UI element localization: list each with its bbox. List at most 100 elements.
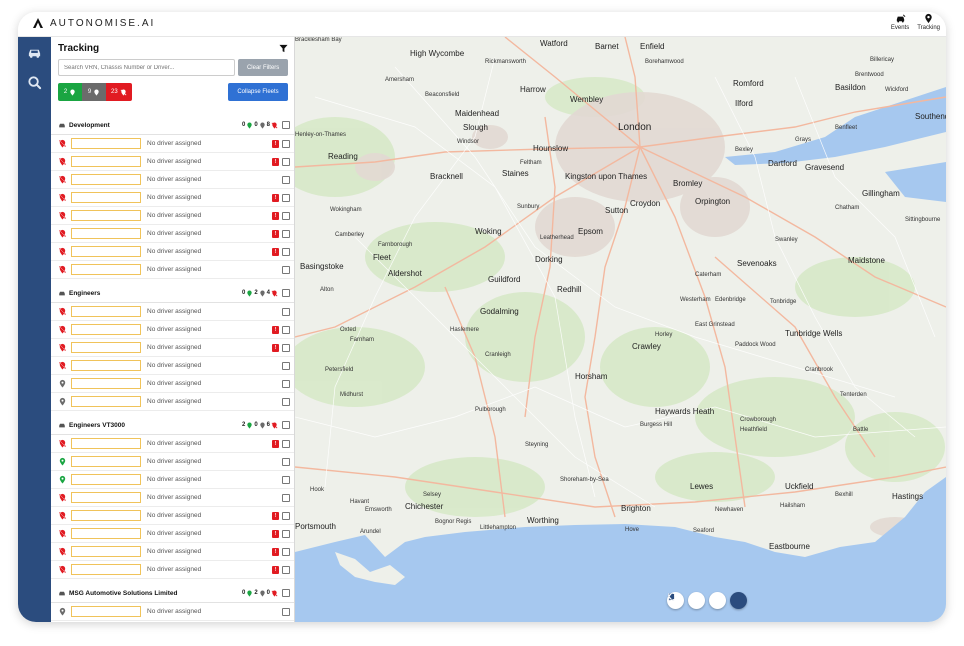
vehicle-row[interactable]: No driver assigned! (51, 189, 294, 207)
alert-icon[interactable]: ! (272, 193, 279, 202)
vehicle-row[interactable]: No driver assigned (51, 357, 294, 375)
map-expand-button[interactable] (668, 592, 747, 609)
map-place-label: Steyning (525, 442, 549, 448)
alert-icon[interactable]: ! (272, 247, 279, 256)
vehicle-select-checkbox[interactable] (282, 565, 290, 574)
driver-name: No driver assigned (147, 158, 202, 165)
offline-filter-pill[interactable]: 23 (106, 83, 132, 101)
vehicle-row[interactable]: No driver assigned (51, 171, 294, 189)
vehicle-select-checkbox[interactable] (282, 247, 290, 256)
fleet-group-name: MSG Automotive Solutions Limited (69, 589, 178, 597)
vehicle-row[interactable]: No driver assigned! (51, 435, 294, 453)
alert-icon[interactable]: ! (272, 511, 279, 520)
tracking-nav[interactable]: Tracking (917, 13, 940, 31)
map-place-label: Camberley (335, 232, 365, 238)
fleet-status-counts: 0 2 0 (241, 589, 278, 597)
vehicle-row[interactable]: No driver assigned (51, 303, 294, 321)
vehicle-row[interactable]: No driver assigned! (51, 507, 294, 525)
vehicle-row[interactable]: No driver assigned! (51, 339, 294, 357)
vehicle-row[interactable]: No driver assigned! (51, 135, 294, 153)
vehicle-row[interactable]: No driver assigned! (51, 207, 294, 225)
online-count: 2 (241, 422, 246, 428)
online-count: 0 (241, 590, 246, 596)
vehicle-row[interactable]: No driver assigned (51, 453, 294, 471)
vehicle-row[interactable]: No driver assigned! (51, 543, 294, 561)
fleet-group-header[interactable]: Engineers 0 2 4 (51, 284, 294, 303)
vehicle-select-checkbox[interactable] (282, 379, 290, 388)
driver-name: No driver assigned (147, 230, 202, 237)
online-filter-pill[interactable]: 2 (58, 83, 82, 101)
vehicle-row[interactable]: No driver assigned (51, 393, 294, 411)
vehicle-select-checkbox[interactable] (282, 157, 290, 166)
search-input[interactable] (58, 59, 236, 76)
vehicle-row[interactable]: No driver assigned! (51, 225, 294, 243)
map-view[interactable]: Barnet Enfield High Wycombe Harrow Romford Ba… (295, 37, 946, 622)
panel-title: Tracking (58, 42, 100, 54)
alert-icon[interactable]: ! (272, 439, 279, 448)
vehicle-select-checkbox[interactable] (282, 193, 290, 202)
rail-vehicles-button[interactable] (18, 37, 51, 67)
map-layers-button[interactable] (668, 592, 726, 609)
fleet-select-checkbox[interactable] (282, 121, 290, 129)
vehicle-select-checkbox[interactable] (282, 211, 290, 220)
alert-icon[interactable]: ! (272, 529, 279, 538)
vehicle-vrn-field (71, 564, 141, 575)
pin-off-icon (58, 193, 67, 202)
vehicle-select-checkbox[interactable] (282, 343, 290, 352)
vehicle-select-checkbox[interactable] (282, 547, 290, 556)
vehicle-select-checkbox[interactable] (282, 529, 290, 538)
map-place-label: Harrow (520, 85, 546, 94)
vehicle-select-checkbox[interactable] (282, 457, 290, 466)
vehicle-row[interactable]: No driver assigned! (51, 561, 294, 579)
clear-filters-button[interactable]: Clear Filters (238, 59, 288, 76)
fleet-group-header[interactable]: MSG Automotive Solutions Limited 0 2 0 (51, 584, 294, 603)
vehicle-select-checkbox[interactable] (282, 307, 290, 316)
alert-icon[interactable]: ! (272, 343, 279, 352)
vehicle-row[interactable]: No driver assigned (51, 375, 294, 393)
vehicle-select-checkbox[interactable] (282, 439, 290, 448)
filter-icon[interactable] (279, 44, 288, 53)
vehicle-row[interactable]: No driver assigned (51, 261, 294, 279)
fleet-select-checkbox[interactable] (282, 421, 290, 429)
idle-count: 0 (254, 422, 258, 428)
vehicle-select-checkbox[interactable] (282, 361, 290, 370)
vehicle-row[interactable]: No driver assigned (51, 489, 294, 507)
vehicle-row[interactable]: No driver assigned! (51, 153, 294, 171)
fleet-select-checkbox[interactable] (282, 589, 290, 597)
vehicle-select-checkbox[interactable] (282, 265, 290, 274)
vehicle-select-checkbox[interactable] (282, 493, 290, 502)
fleet-select-checkbox[interactable] (282, 289, 290, 297)
vehicle-select-checkbox[interactable] (282, 397, 290, 406)
vehicle-row[interactable]: No driver assigned! (51, 525, 294, 543)
alert-icon[interactable]: ! (272, 211, 279, 220)
alert-icon[interactable]: ! (272, 547, 279, 556)
car-icon (896, 14, 905, 23)
alert-icon[interactable]: ! (272, 139, 279, 148)
vehicle-row[interactable]: No driver assigned (51, 603, 294, 621)
alert-icon[interactable]: ! (272, 157, 279, 166)
vehicle-select-checkbox[interactable] (282, 229, 290, 238)
online-count: 0 (241, 122, 246, 128)
vehicle-select-checkbox[interactable] (282, 139, 290, 148)
fleet-group-header[interactable]: Development 0 0 8 (51, 116, 294, 135)
fleet-group-header[interactable]: Engineers VT3000 2 0 6 (51, 416, 294, 435)
alert-icon[interactable]: ! (272, 229, 279, 238)
map-place-label: Portsmouth (295, 522, 336, 531)
vehicle-row[interactable]: No driver assigned (51, 621, 294, 622)
pin-off-icon (58, 157, 67, 166)
vehicle-row[interactable]: No driver assigned! (51, 243, 294, 261)
vehicle-row[interactable]: No driver assigned! (51, 321, 294, 339)
rail-search-button[interactable] (18, 67, 51, 97)
vehicle-select-checkbox[interactable] (282, 607, 290, 616)
vehicle-select-checkbox[interactable] (282, 325, 290, 334)
collapse-fleets-button[interactable]: Collapse Fleets (228, 83, 288, 101)
vehicle-select-checkbox[interactable] (282, 175, 290, 184)
vehicle-select-checkbox[interactable] (282, 511, 290, 520)
map-labels-button[interactable] (667, 592, 705, 609)
vehicle-row[interactable]: No driver assigned (51, 471, 294, 489)
alert-icon[interactable]: ! (272, 325, 279, 334)
events-nav[interactable]: Events (891, 13, 909, 31)
vehicle-select-checkbox[interactable] (282, 475, 290, 484)
idle-filter-pill[interactable]: 9 (82, 83, 106, 101)
alert-icon[interactable]: ! (272, 565, 279, 574)
